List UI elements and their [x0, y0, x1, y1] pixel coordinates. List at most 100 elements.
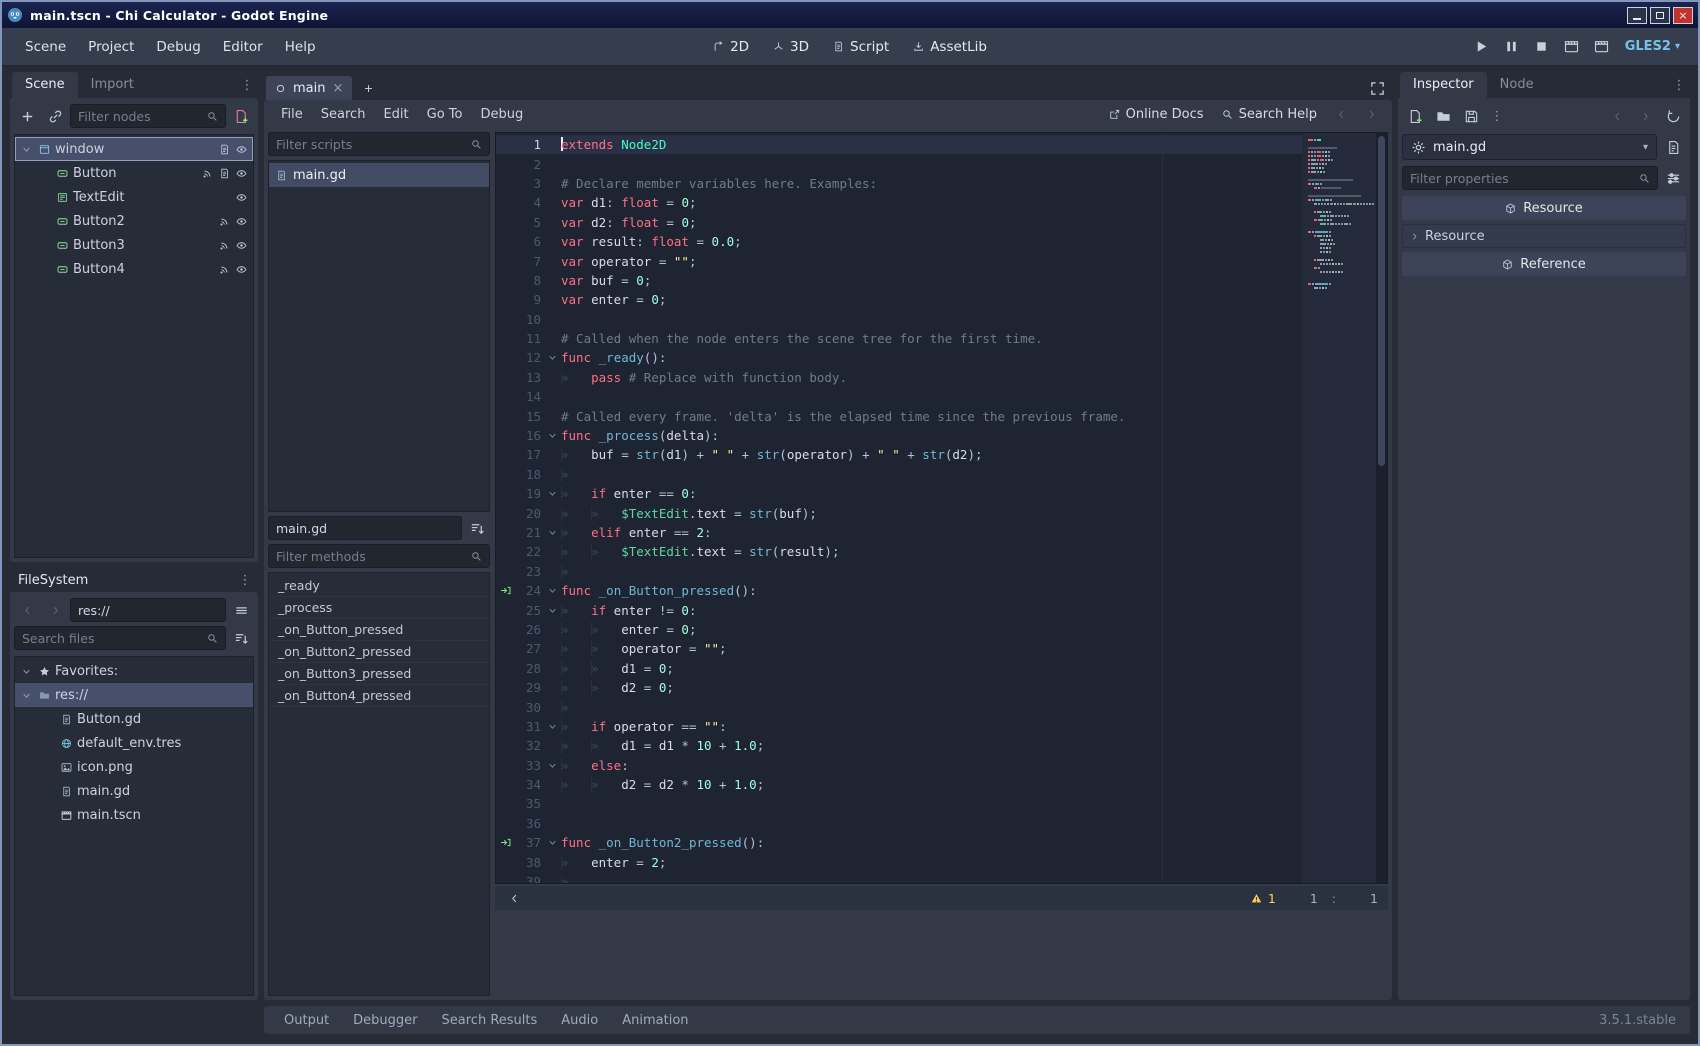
fold-arrow[interactable]	[544, 586, 561, 595]
script-menu-file[interactable]: File	[272, 103, 312, 126]
code-line-10[interactable]: 10	[496, 310, 1302, 329]
close-tab-icon[interactable]: ×	[332, 81, 343, 96]
file-sort-button[interactable]	[228, 626, 254, 650]
code-line-25[interactable]: 25»if enter != 0:	[496, 600, 1302, 619]
warning-counter[interactable]: 1	[1251, 891, 1276, 906]
online-docs-button[interactable]: Online Docs	[1102, 103, 1211, 126]
code-line-24[interactable]: 24func _on_Button_pressed():	[496, 581, 1302, 600]
back-button[interactable]	[14, 598, 40, 622]
method-item-on-button3-pressed[interactable]: _on_Button3_pressed	[269, 663, 489, 685]
script-forward-button[interactable]	[1358, 102, 1384, 126]
new-scene-tab-button[interactable]	[355, 76, 381, 100]
resource-section-row[interactable]: Resource	[1402, 224, 1686, 248]
favorites-row[interactable]: Favorites:	[15, 659, 253, 683]
menu-editor[interactable]: Editor	[212, 33, 274, 61]
tab-import[interactable]: Import	[78, 72, 147, 98]
tab-node[interactable]: Node	[1487, 72, 1547, 98]
file-item-main-tscn[interactable]: main.tscn	[15, 803, 253, 827]
bottom-tab-debugger[interactable]: Debugger	[341, 1008, 429, 1033]
bottom-tab-search-results[interactable]: Search Results	[430, 1008, 550, 1033]
forward-button[interactable]	[42, 598, 68, 622]
scene-node-button[interactable]: Button	[15, 161, 253, 185]
attach-script-button[interactable]	[228, 104, 254, 128]
object-history-button[interactable]	[1660, 104, 1686, 128]
code-line-5[interactable]: 5var d2: float = 0;	[496, 213, 1302, 232]
load-resource-button[interactable]	[1430, 104, 1456, 128]
save-resource-button[interactable]	[1458, 104, 1484, 128]
scene-node-window[interactable]: window	[15, 137, 253, 161]
minimize-button[interactable]	[1627, 7, 1647, 24]
method-item-on-button4-pressed[interactable]: _on_Button4_pressed	[269, 685, 489, 707]
menu-help[interactable]: Help	[274, 33, 327, 61]
code-line-20[interactable]: 20»»$TextEdit.text = str(buf);	[496, 503, 1302, 522]
menu-scene[interactable]: Scene	[14, 33, 77, 61]
code-line-35[interactable]: 35	[496, 794, 1302, 813]
code-line-16[interactable]: 16func _process(delta):	[496, 426, 1302, 445]
fold-arrow[interactable]	[544, 489, 561, 498]
code-line-3[interactable]: 3# Declare member variables here. Exampl…	[496, 174, 1302, 193]
code-line-29[interactable]: 29»»d2 = 0;	[496, 678, 1302, 697]
scene-node-button2[interactable]: Button2	[15, 209, 253, 233]
code-line-39[interactable]: 39»	[496, 872, 1302, 883]
titlebar[interactable]: main.tscn - Chi Calculator - Godot Engin…	[2, 2, 1698, 28]
bottom-tab-output[interactable]: Output	[272, 1008, 341, 1033]
file-item-res[interactable]: res://	[15, 683, 253, 707]
distraction-free-button[interactable]	[1364, 76, 1390, 100]
code-line-28[interactable]: 28»»d1 = 0;	[496, 659, 1302, 678]
vertical-scrollbar[interactable]	[1376, 133, 1387, 883]
code-line-2[interactable]: 2	[496, 154, 1302, 173]
menu-project[interactable]: Project	[77, 33, 145, 61]
method-item-on-button-pressed[interactable]: _on_Button_pressed	[269, 619, 489, 641]
tab-inspector[interactable]: Inspector	[1400, 72, 1487, 98]
open-docs-button[interactable]	[1660, 135, 1686, 159]
filter-nodes-input[interactable]	[78, 109, 202, 124]
code-line-38[interactable]: 38»enter = 2;	[496, 852, 1302, 871]
add-node-button[interactable]	[14, 104, 40, 128]
current-path-input[interactable]	[78, 603, 218, 618]
fold-arrow[interactable]	[544, 838, 561, 847]
fold-arrow[interactable]	[544, 431, 561, 440]
code-minimap[interactable]	[1302, 133, 1376, 883]
scene-node-textedit[interactable]: TextEdit	[15, 185, 253, 209]
renderer-dropdown[interactable]: GLES2 ▾	[1619, 39, 1686, 54]
code-line-27[interactable]: 27»»operator = "";	[496, 639, 1302, 658]
code-line-8[interactable]: 8var buf = 0;	[496, 271, 1302, 290]
instance-scene-button[interactable]	[42, 104, 68, 128]
bottom-tab-animation[interactable]: Animation	[610, 1008, 700, 1033]
script-back-button[interactable]	[1328, 102, 1354, 126]
play-scene-button[interactable]	[1559, 35, 1585, 59]
code-line-18[interactable]: 18»	[496, 465, 1302, 484]
method-sort-button[interactable]	[464, 516, 490, 540]
filter-properties-input[interactable]	[1410, 171, 1634, 186]
code-line-22[interactable]: 22»»$TextEdit.text = str(result);	[496, 542, 1302, 561]
filter-scripts-input[interactable]	[276, 137, 466, 152]
code-line-14[interactable]: 14	[496, 387, 1302, 406]
expander-icon[interactable]	[19, 667, 34, 676]
method-item-process[interactable]: _process	[269, 597, 489, 619]
fold-arrow[interactable]	[544, 353, 561, 362]
code-line-21[interactable]: 21»elif enter == 2:	[496, 523, 1302, 542]
code-line-36[interactable]: 36	[496, 814, 1302, 833]
tab-menu-button[interactable]: ⋮	[236, 72, 258, 98]
file-item-main-gd[interactable]: main.gd	[15, 779, 253, 803]
code-text-area[interactable]: 1extends Node2D23# Declare member variab…	[496, 133, 1302, 883]
play-custom-scene-button[interactable]	[1589, 35, 1615, 59]
filter-methods-input[interactable]	[276, 549, 466, 564]
code-line-37[interactable]: 37func _on_Button2_pressed():	[496, 833, 1302, 852]
inspector-back-button[interactable]	[1604, 104, 1630, 128]
close-button[interactable]: ×	[1673, 7, 1693, 24]
code-line-31[interactable]: 31»if operator == "":	[496, 717, 1302, 736]
tab-scene[interactable]: Scene	[12, 72, 78, 98]
code-line-19[interactable]: 19»if enter == 0:	[496, 484, 1302, 503]
pause-button[interactable]	[1499, 35, 1525, 59]
workspace-assetlib[interactable]: AssetLib	[902, 34, 998, 60]
inspector-forward-button[interactable]	[1632, 104, 1658, 128]
scrollbar-grabber[interactable]	[1378, 136, 1385, 466]
scene-node-button4[interactable]: Button4	[15, 257, 253, 281]
play-button[interactable]	[1469, 35, 1495, 59]
code-line-9[interactable]: 9var enter = 0;	[496, 290, 1302, 309]
method-item-on-button2-pressed[interactable]: _on_Button2_pressed	[269, 641, 489, 663]
stop-button[interactable]	[1529, 35, 1555, 59]
fold-arrow[interactable]	[544, 761, 561, 770]
bottom-tab-audio[interactable]: Audio	[549, 1008, 610, 1033]
